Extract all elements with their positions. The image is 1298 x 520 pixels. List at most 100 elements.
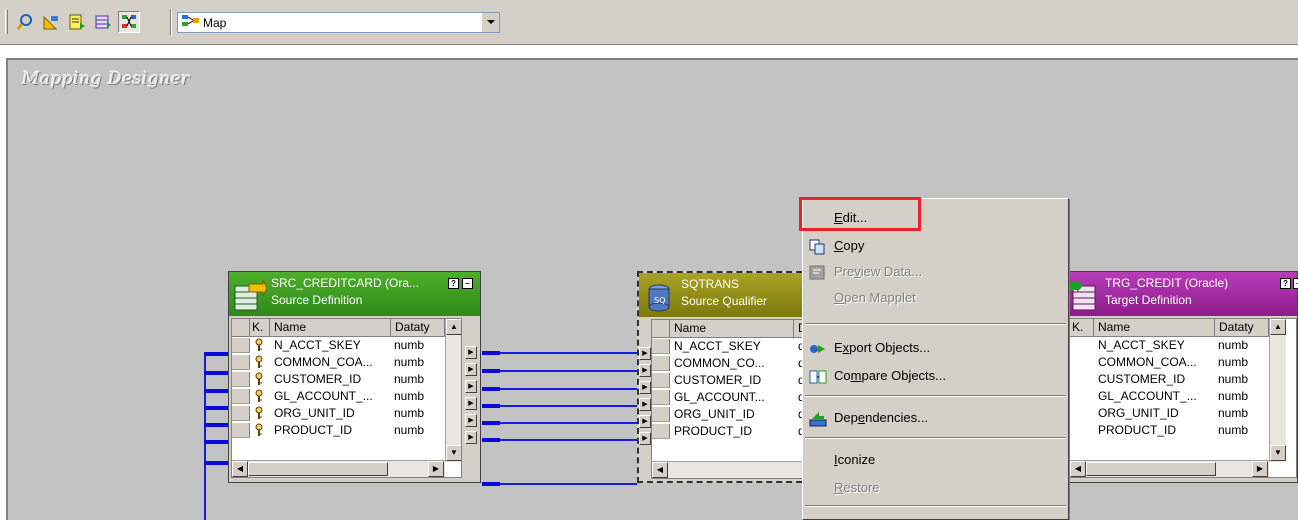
scroll-right-icon[interactable]: ▶ [1252, 461, 1268, 477]
menu-item-copy[interactable]: Copy [803, 233, 1068, 259]
source-header[interactable]: SRC_CREDITCARD (Ora... Source Definition… [229, 272, 480, 316]
row-selector[interactable] [652, 339, 670, 354]
iconize-label-post: conize [837, 452, 876, 467]
menu-item-export-objects[interactable]: Export Objects... [803, 335, 1068, 361]
output-port-handle[interactable]: ▶ [465, 431, 477, 444]
row-selector[interactable] [652, 356, 670, 371]
scroll-up-icon[interactable]: ▲ [446, 319, 461, 335]
target-col-datatype[interactable]: Dataty [1215, 319, 1269, 337]
row-selector[interactable] [232, 389, 250, 404]
scroll-down-icon[interactable]: ▼ [1270, 445, 1286, 461]
port-row[interactable]: GL_ACCOUNT_... numb [1070, 389, 1269, 404]
output-port-handle[interactable]: ▶ [465, 346, 477, 359]
grid-icon[interactable] [92, 11, 114, 33]
source-col-key[interactable]: K. [250, 319, 270, 337]
port-row[interactable]: COMMON_COA... numb [1070, 355, 1269, 370]
minimize-icon[interactable]: – [1293, 278, 1298, 289]
row-selector[interactable] [232, 406, 250, 421]
target-header[interactable]: TRG_CREDIT (Oracle) Target Definition ? … [1063, 272, 1298, 316]
port-row[interactable]: CUSTOMER_ID numb [232, 372, 445, 387]
port-row[interactable]: ORG_UNIT_ID numb [1070, 406, 1269, 421]
source-col-datatype[interactable]: Dataty [391, 319, 445, 337]
port-link[interactable] [482, 370, 637, 372]
output-port-handle[interactable]: ▶ [465, 397, 477, 410]
port-link[interactable] [482, 388, 637, 390]
row-selector[interactable] [232, 338, 250, 353]
port-row[interactable]: N_ACCT_SKEY numb [1070, 338, 1269, 353]
port-row[interactable]: GL_ACCOUNT...d [652, 390, 808, 405]
query-icon[interactable] [14, 11, 36, 33]
output-port-handle[interactable]: ▶ [465, 414, 477, 427]
target-hscroll[interactable]: ◀ ▶ [1070, 460, 1269, 477]
port-row[interactable]: GL_ACCOUNT_... numb [232, 389, 445, 404]
port-row[interactable]: PRODUCT_ID numb [232, 423, 445, 438]
qualifier-col-name[interactable]: Name [670, 320, 794, 338]
port-link[interactable] [482, 405, 637, 407]
port-link[interactable] [482, 352, 637, 354]
help-icon[interactable]: ? [448, 278, 459, 289]
input-port-handle[interactable]: ▶ [639, 415, 651, 428]
qualifier-header[interactable]: SQ SQTRANS Source Qualifier [639, 273, 810, 317]
row-selector[interactable] [652, 407, 670, 422]
row-selector[interactable] [232, 372, 250, 387]
port-row[interactable]: N_ACCT_SKEYd [652, 339, 808, 354]
port-row[interactable]: COMMON_CO...d [652, 356, 808, 371]
input-port-handle[interactable]: ▶ [639, 398, 651, 411]
port-link[interactable] [482, 422, 637, 424]
source-hscroll[interactable]: ◀ ▶ [232, 460, 445, 477]
chevron-down-icon[interactable] [481, 13, 499, 32]
scroll-left-icon[interactable]: ◀ [652, 462, 668, 478]
row-selector[interactable] [652, 424, 670, 439]
table-icon[interactable] [66, 11, 88, 33]
row-selector[interactable] [232, 423, 250, 438]
port-link[interactable] [482, 439, 637, 441]
source-vscroll[interactable]: ▲ ▼ [445, 319, 461, 462]
port-row[interactable]: PRODUCT_IDd [652, 424, 808, 439]
output-port-handle[interactable]: ▶ [465, 363, 477, 376]
input-port-handle[interactable]: ▶ [639, 381, 651, 394]
scroll-up-icon[interactable]: ▲ [1270, 319, 1286, 335]
scroll-left-icon[interactable]: ◀ [232, 461, 248, 477]
row-selector[interactable] [232, 355, 250, 370]
port-link[interactable] [482, 483, 637, 485]
target-vscroll[interactable]: ▲ ▼ [1269, 319, 1286, 462]
source-qualifier[interactable]: SQ SQTRANS Source Qualifier Name D N_ACC… [637, 271, 812, 483]
target-definition[interactable]: TRG_CREDIT (Oracle) Target Definition ? … [1062, 271, 1298, 483]
menu-item-compare-objects[interactable]: Compare Objects... [803, 363, 1068, 389]
port-name: CUSTOMER_ID [1098, 372, 1186, 386]
link-icon[interactable] [118, 11, 140, 33]
menu-item-iconize[interactable]: Iconize [803, 447, 1068, 473]
minimize-icon[interactable]: – [462, 278, 473, 289]
menu-item-restore[interactable]: Restore [803, 475, 1068, 501]
scroll-right-icon[interactable]: ▶ [428, 461, 444, 477]
port-row[interactable]: CUSTOMER_IDd [652, 373, 808, 388]
restore-label-post: estore [843, 480, 880, 495]
port-row[interactable]: ORG_UNIT_IDd [652, 407, 808, 422]
row-selector[interactable] [652, 390, 670, 405]
scroll-thumb[interactable] [1086, 462, 1216, 476]
source-definition[interactable]: SRC_CREDITCARD (Ora... Source Definition… [228, 271, 481, 483]
input-port-handle[interactable]: ▶ [639, 347, 651, 360]
scroll-down-icon[interactable]: ▼ [446, 445, 461, 461]
target-col-name[interactable]: Name [1094, 319, 1215, 337]
port-row[interactable]: COMMON_COA... numb [232, 355, 445, 370]
scroll-left-icon[interactable]: ◀ [1070, 461, 1086, 477]
input-port-handle[interactable]: ▶ [639, 364, 651, 377]
output-port-handle[interactable]: ▶ [465, 380, 477, 393]
mode-select[interactable]: Map [177, 12, 500, 33]
menu-item-open-mapplet[interactable]: Open Mapplet [803, 285, 1068, 311]
row-selector[interactable] [652, 373, 670, 388]
menu-item-dependencies[interactable]: Dependencies... [803, 405, 1068, 431]
port-row[interactable]: N_ACCT_SKEY numb [232, 338, 445, 353]
target-col-key[interactable]: K. [1070, 319, 1094, 337]
qualifier-hscroll[interactable]: ◀ [652, 461, 808, 478]
port-row[interactable]: ORG_UNIT_ID numb [232, 406, 445, 421]
scroll-thumb[interactable] [248, 462, 388, 476]
menu-item-preview-data[interactable]: Preview Data... [803, 259, 1068, 285]
input-port-handle[interactable]: ▶ [639, 432, 651, 445]
port-row[interactable]: PRODUCT_ID numb [1070, 423, 1269, 438]
arrange-icon[interactable] [40, 11, 62, 33]
port-row[interactable]: CUSTOMER_ID numb [1070, 372, 1269, 387]
help-icon[interactable]: ? [1280, 278, 1291, 289]
source-col-name[interactable]: Name [270, 319, 391, 337]
